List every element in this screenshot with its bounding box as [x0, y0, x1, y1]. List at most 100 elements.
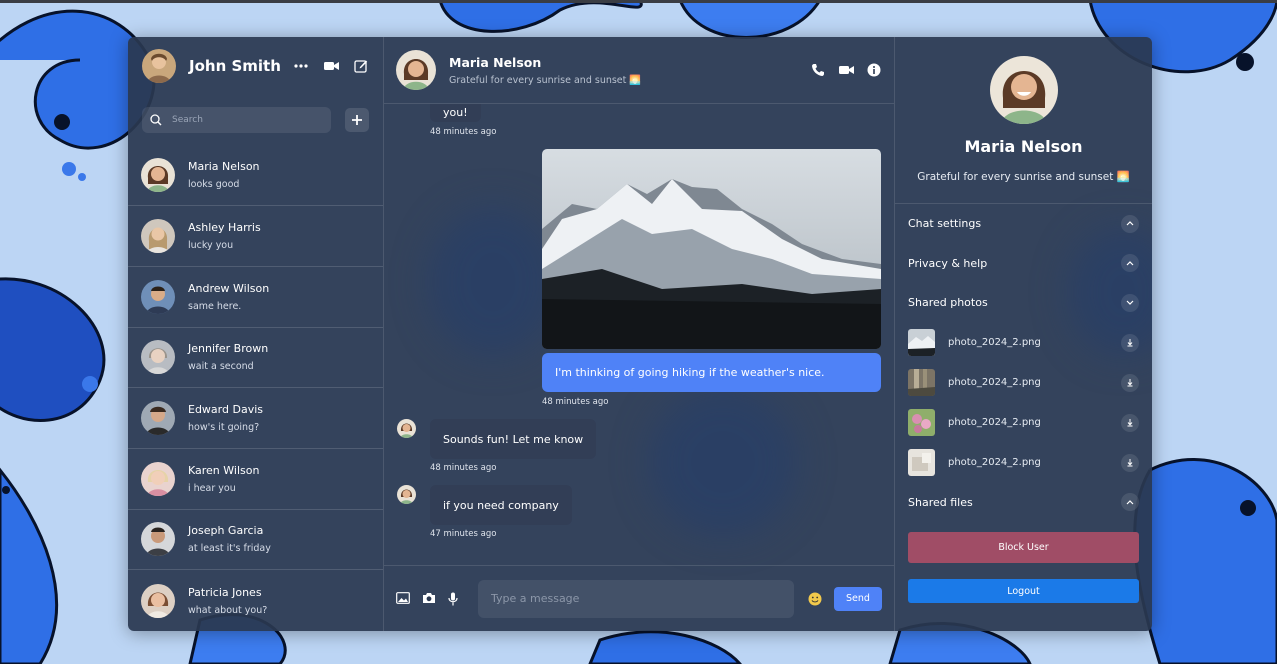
chevron-up-icon[interactable]	[1121, 214, 1139, 233]
contact-last-message: lucky you	[188, 240, 234, 252]
message-composer: Send	[384, 565, 894, 631]
conversation-panel: Maria Nelson Grateful for every sunrise …	[384, 37, 895, 631]
contact-last-message: looks good	[188, 179, 240, 191]
section-title: Privacy & help	[908, 256, 988, 270]
send-button[interactable]: Send	[834, 586, 882, 611]
search-box[interactable]	[142, 107, 332, 134]
camera-icon[interactable]	[422, 592, 436, 604]
chevron-up-icon[interactable]	[1121, 493, 1139, 512]
logout-button[interactable]: Logout	[908, 579, 1139, 603]
sender-avatar	[397, 485, 416, 504]
details-panel: Maria Nelson Grateful for every sunrise …	[895, 37, 1152, 631]
chevron-down-icon[interactable]	[1121, 293, 1139, 312]
photo-thumbnail	[908, 329, 935, 356]
info-icon[interactable]	[866, 62, 882, 78]
download-icon[interactable]	[1121, 373, 1139, 392]
contact-avatar	[141, 461, 175, 496]
profile-name: Maria Nelson	[964, 137, 1083, 156]
search-icon	[150, 114, 162, 126]
message-image[interactable]	[542, 149, 881, 349]
sender-avatar	[397, 419, 416, 438]
message-bubble: Sounds fun! Let me know	[430, 419, 597, 459]
contact-avatar	[141, 340, 175, 375]
message-list: you! 48 minutes ago I'm thinking of goin…	[384, 104, 894, 565]
block-user-button[interactable]: Block User	[908, 532, 1139, 563]
chat-contact-name: Maria Nelson	[449, 54, 542, 70]
message-time: 48 minutes ago	[430, 463, 497, 473]
current-user-avatar[interactable]	[142, 49, 176, 84]
contact-item[interactable]: Joseph Garcia at least it's friday	[128, 510, 383, 571]
contact-avatar	[141, 158, 175, 193]
download-icon[interactable]	[1121, 333, 1139, 352]
phone-icon[interactable]	[810, 62, 826, 78]
message-bubble: if you need company	[430, 485, 572, 525]
photo-filename: photo_2024_2.png	[948, 457, 1041, 468]
message-bubble: you!	[430, 104, 481, 122]
more-icon[interactable]	[293, 58, 309, 74]
contact-name: Patricia Jones	[188, 585, 262, 599]
contact-avatar	[141, 219, 175, 254]
chat-contact-status: Grateful for every sunrise and sunset 🌅	[449, 74, 642, 86]
shared-photo-item[interactable]: photo_2024_2.png	[895, 363, 1152, 403]
privacy-help-section[interactable]: Privacy & help	[895, 244, 1152, 284]
chat-avatar[interactable]	[396, 50, 436, 90]
contact-avatar	[141, 279, 175, 314]
add-contact-button[interactable]	[345, 108, 369, 133]
contact-item[interactable]: Jennifer Brown wait a second	[128, 328, 383, 389]
contact-item[interactable]: Andrew Wilson same here.	[128, 267, 383, 328]
message-time: 48 minutes ago	[542, 397, 609, 407]
download-icon[interactable]	[1121, 413, 1139, 432]
chat-header: Maria Nelson Grateful for every sunrise …	[384, 37, 894, 104]
contact-last-message: at least it's friday	[188, 543, 271, 555]
contact-item[interactable]: Ashley Harris lucky you	[128, 206, 383, 267]
video-icon[interactable]	[323, 58, 339, 74]
message-time: 48 minutes ago	[430, 127, 497, 137]
chat-settings-section[interactable]: Chat settings	[895, 204, 1152, 244]
contact-item[interactable]: Edward Davis how's it going?	[128, 388, 383, 449]
contact-last-message: i hear you	[188, 482, 236, 494]
contact-name: Jennifer Brown	[188, 342, 269, 356]
photo-thumbnail	[908, 369, 935, 396]
message-input[interactable]	[478, 579, 794, 618]
contact-list: Maria Nelson looks good Ashley Harris luck…	[128, 146, 383, 632]
chevron-up-icon[interactable]	[1121, 254, 1139, 273]
contact-name: Ashley Harris	[188, 221, 261, 235]
photo-thumbnail	[908, 409, 935, 436]
section-title: Chat settings	[908, 217, 982, 231]
message-time: 47 minutes ago	[430, 529, 497, 539]
image-icon[interactable]	[396, 591, 410, 604]
shared-files-section[interactable]: Shared files	[895, 483, 1152, 523]
microphone-icon[interactable]	[448, 592, 458, 606]
contact-avatar	[141, 522, 175, 557]
shared-photo-item[interactable]: photo_2024_2.png	[895, 323, 1152, 363]
photo-filename: photo_2024_2.png	[948, 337, 1041, 348]
section-title: Shared photos	[908, 296, 988, 310]
video-call-icon[interactable]	[838, 62, 854, 78]
contact-last-message: wait a second	[188, 361, 254, 373]
photo-filename: photo_2024_2.png	[948, 417, 1041, 428]
shared-photos-section[interactable]: Shared photos	[895, 283, 1152, 323]
window-top-edge	[0, 0, 1277, 3]
message-bubble-own: I'm thinking of going hiking if the weat…	[542, 353, 881, 392]
current-user-name: John Smith	[189, 57, 281, 76]
contact-avatar	[141, 583, 175, 618]
section-title: Shared files	[908, 495, 973, 509]
emoji-icon[interactable]	[808, 592, 822, 606]
search-row	[128, 95, 383, 145]
contact-item[interactable]: Karen Wilson i hear you	[128, 449, 383, 510]
shared-photo-item[interactable]: photo_2024_2.png	[895, 443, 1152, 483]
contact-item[interactable]: Patricia Jones what about you?	[128, 570, 383, 631]
search-input[interactable]	[172, 115, 312, 126]
shared-photo-item[interactable]: photo_2024_2.png	[895, 403, 1152, 443]
photo-filename: photo_2024_2.png	[948, 377, 1041, 388]
photo-thumbnail	[908, 449, 935, 476]
profile-status: Grateful for every sunrise and sunset 🌅	[917, 171, 1130, 183]
compose-icon[interactable]	[353, 58, 369, 74]
contact-last-message: same here.	[188, 300, 242, 312]
user-header: John Smith	[128, 37, 383, 95]
download-icon[interactable]	[1121, 453, 1139, 472]
plus-icon	[352, 115, 363, 126]
contact-name: Karen Wilson	[188, 463, 260, 477]
contact-avatar	[141, 401, 175, 436]
contact-item[interactable]: Maria Nelson looks good	[128, 146, 383, 207]
